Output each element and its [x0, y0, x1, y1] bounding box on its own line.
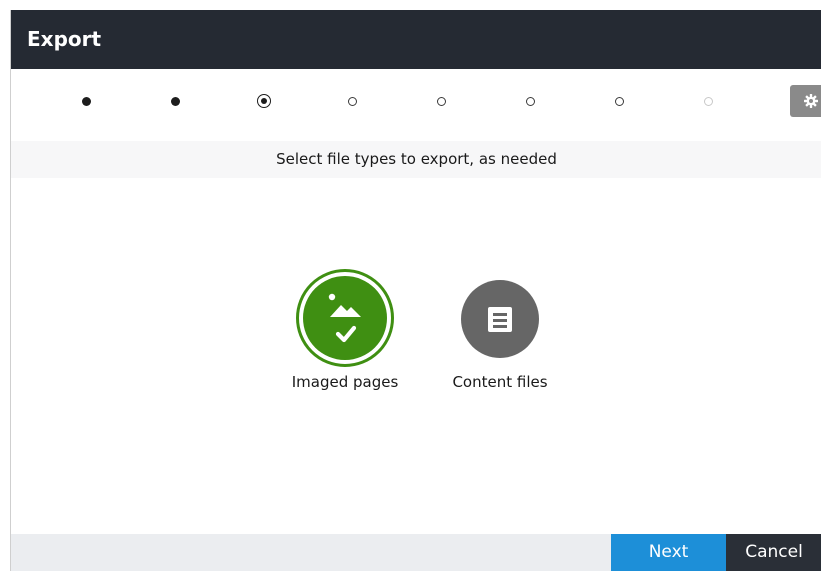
- export-dialog: Export Select file types to export, as n: [10, 10, 821, 571]
- content-files-label: Content files: [452, 373, 548, 391]
- imaged-pages-badge: [303, 276, 387, 360]
- dialog-footer: Next Cancel: [11, 534, 821, 571]
- step-dot-pending: [526, 97, 535, 106]
- step-dot-pending: [437, 97, 446, 106]
- gear-icon: [804, 94, 818, 108]
- next-button[interactable]: Next: [611, 534, 726, 571]
- wizard-step-indicator: [11, 69, 821, 133]
- step-dot-disabled: [704, 97, 713, 106]
- wizard-step-5[interactable]: [435, 94, 449, 108]
- wizard-step-6[interactable]: [524, 94, 538, 108]
- document-icon: [488, 307, 512, 332]
- file-type-content-files[interactable]: Content files: [430, 272, 570, 412]
- wizard-step-2[interactable]: [169, 94, 183, 108]
- imaged-pages-label: Imaged pages: [291, 373, 399, 391]
- dialog-title: Export: [27, 27, 102, 51]
- wizard-step-4[interactable]: [346, 94, 360, 108]
- wizard-step-3[interactable]: [257, 94, 271, 108]
- content-files-badge: [461, 280, 539, 358]
- instruction-text: Select file types to export, as needed: [11, 141, 821, 178]
- wizard-step-1[interactable]: [80, 94, 94, 108]
- step-dot-pending: [348, 97, 357, 106]
- settings-button[interactable]: [790, 85, 821, 117]
- wizard-step-7[interactable]: [613, 94, 627, 108]
- cancel-button[interactable]: Cancel: [726, 534, 821, 571]
- step-dot-completed: [171, 97, 180, 106]
- file-type-imaged-pages[interactable]: Imaged pages: [275, 269, 415, 412]
- checkmark-icon: [335, 325, 357, 343]
- step-dot-current: [257, 94, 271, 108]
- step-dot-pending: [615, 97, 624, 106]
- dialog-titlebar: Export: [11, 10, 821, 69]
- wizard-step-8: [702, 94, 716, 108]
- image-icon: [328, 293, 361, 343]
- step-dot-completed: [82, 97, 91, 106]
- window-edge: [0, 0, 10, 571]
